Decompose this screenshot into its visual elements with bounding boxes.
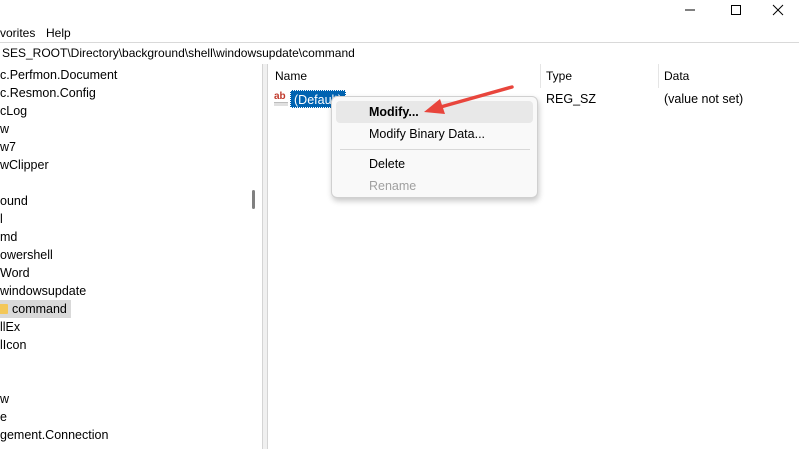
tree-item-windowsupdate[interactable]: windowsupdate [0, 282, 86, 300]
tree-item[interactable]: lIcon [0, 336, 26, 354]
close-button[interactable] [755, 0, 799, 20]
tree-item[interactable]: w [0, 120, 9, 138]
menu-help[interactable]: Help [46, 26, 71, 40]
scrollbar-thumb[interactable] [252, 190, 255, 209]
tree-item[interactable]: w [0, 390, 9, 408]
menu-item-delete[interactable]: Delete [336, 153, 533, 175]
tree-item[interactable]: l [0, 210, 3, 228]
maximize-button[interactable] [713, 0, 759, 20]
value-data: (value not set) [664, 92, 744, 106]
context-menu: Modify... Modify Binary Data... Delete R… [331, 96, 538, 198]
column-header-name[interactable]: Name [275, 69, 307, 83]
menu-item-modify-binary[interactable]: Modify Binary Data... [336, 123, 533, 145]
tree-item[interactable]: Word [0, 264, 30, 282]
column-header-data[interactable]: Data [664, 69, 689, 83]
tree-item[interactable]: c.Perfmon.Document [0, 66, 117, 84]
address-path: SES_ROOT\Directory\background\shell\wind… [2, 46, 355, 60]
folder-icon [0, 304, 8, 314]
close-icon [772, 4, 784, 16]
tree-item[interactable]: e [0, 408, 7, 426]
menu-separator [340, 149, 530, 150]
tree-item-command[interactable]: command [0, 300, 71, 318]
title-bar [0, 0, 799, 22]
tree-item[interactable]: gement.Connection [0, 426, 108, 444]
tree-item[interactable]: wClipper [0, 156, 49, 174]
minimize-icon [685, 9, 695, 11]
key-tree[interactable]: c.Perfmon.Document c.Resmon.Config cLog … [0, 64, 246, 449]
tree-item[interactable]: c.Resmon.Config [0, 84, 96, 102]
menu-item-rename: Rename [369, 179, 417, 193]
column-header-type[interactable]: Type [546, 69, 572, 83]
menu-bar: vorites Help [0, 22, 799, 42]
tree-item[interactable]: ound [0, 192, 28, 210]
column-divider[interactable] [658, 64, 659, 88]
maximize-icon [731, 5, 741, 15]
menu-item-modify[interactable]: Modify... [336, 101, 533, 123]
tree-item[interactable]: cLog [0, 102, 27, 120]
minimize-button[interactable] [667, 0, 713, 20]
tree-item-label: command [12, 302, 67, 316]
tree-item[interactable]: llEx [0, 318, 20, 336]
tree-item[interactable]: owershell [0, 246, 53, 264]
string-value-icon: ab [274, 92, 288, 106]
tree-item[interactable]: md [0, 228, 17, 246]
tree-item[interactable]: w7 [0, 138, 16, 156]
tree-scrollbar[interactable] [246, 64, 262, 449]
address-bar[interactable]: SES_ROOT\Directory\background\shell\wind… [0, 42, 799, 65]
menu-favorites[interactable]: vorites [0, 26, 35, 40]
value-type: REG_SZ [546, 92, 597, 106]
column-divider[interactable] [540, 64, 541, 88]
